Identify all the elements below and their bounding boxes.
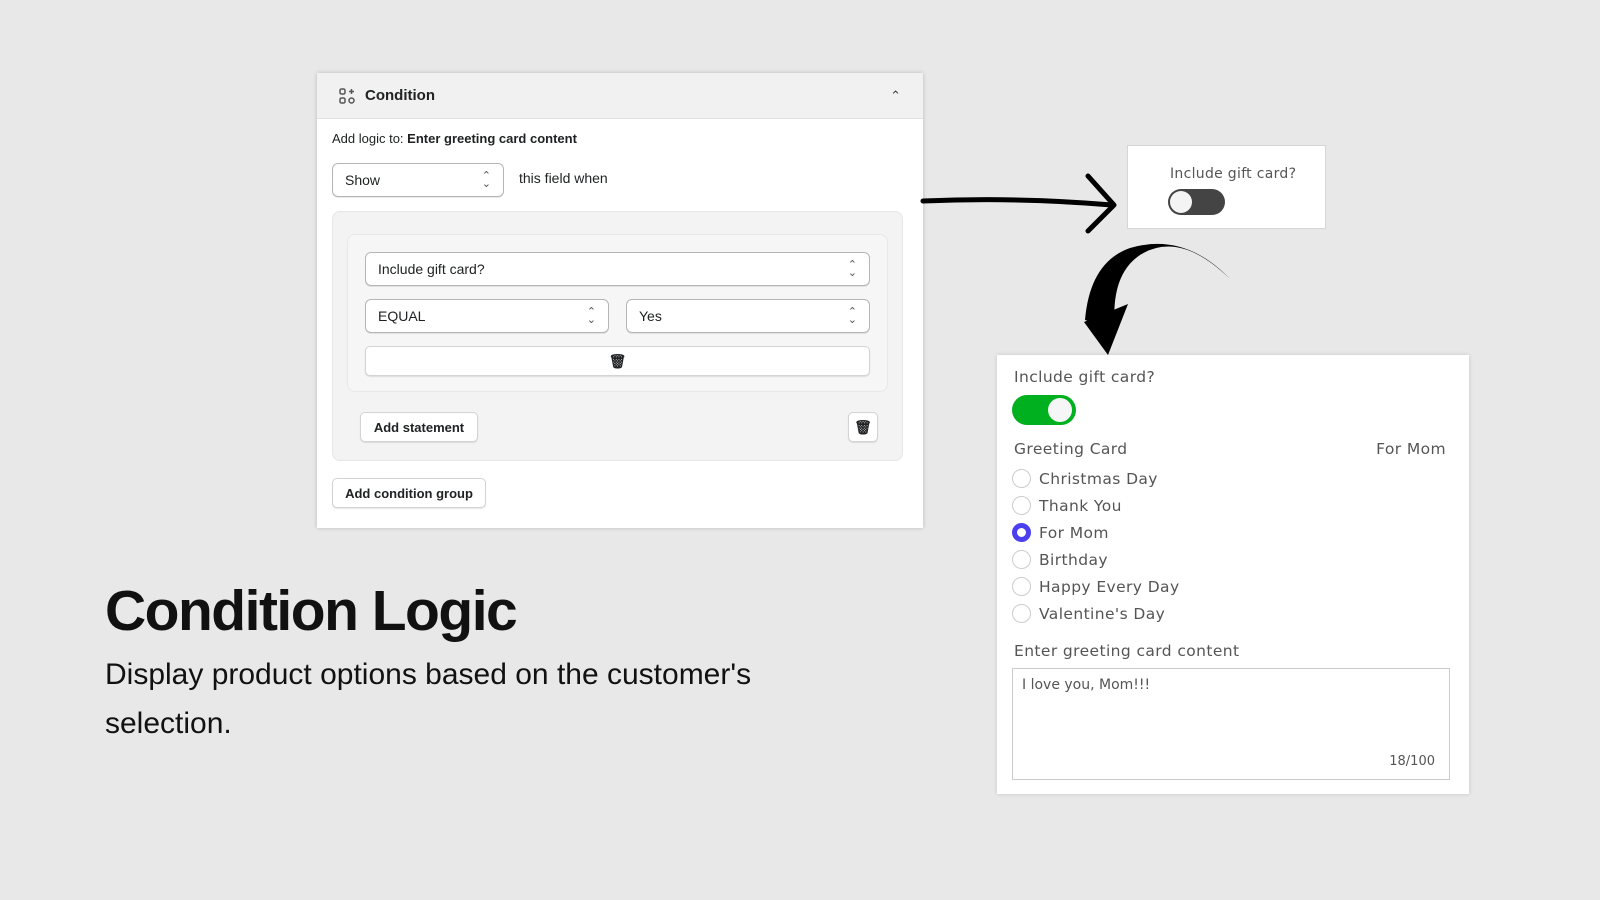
greeting-content-textarea[interactable]: I love you, Mom!!! 18/100 — [1012, 668, 1450, 780]
arrow-right-icon — [920, 197, 1115, 208]
greeting-options: Christmas Day Thank You For Mom Birthday Hap… — [1012, 465, 1180, 627]
option-label: Christmas Day — [1039, 469, 1158, 488]
gift-card-toggle[interactable] — [1168, 189, 1225, 215]
option-label: For Mom — [1039, 523, 1109, 542]
char-count: 18/100 — [1389, 754, 1435, 769]
radio-button[interactable] — [1012, 550, 1031, 569]
gift-card-toggle[interactable] — [1012, 395, 1076, 425]
greeting-label: Greeting Card — [1014, 440, 1128, 458]
radio-button[interactable] — [1012, 604, 1031, 623]
preview-toggle-off: Include gift card? — [1127, 145, 1326, 229]
radio-button[interactable] — [1012, 577, 1031, 596]
greeting-option[interactable]: Valentine's Day — [1012, 600, 1180, 627]
greeting-option[interactable]: Christmas Day — [1012, 465, 1180, 492]
option-label: Valentine's Day — [1039, 604, 1166, 623]
radio-button[interactable] — [1012, 523, 1031, 542]
option-label: Happy Every Day — [1039, 577, 1180, 596]
headline-subtitle: Display product options based on the cus… — [105, 658, 752, 740]
preview-toggle-on: Include gift card? Greeting Card For Mom… — [997, 355, 1469, 794]
radio-button[interactable] — [1012, 469, 1031, 488]
greeting-option[interactable]: Thank You — [1012, 492, 1180, 519]
greeting-option[interactable]: Happy Every Day — [1012, 573, 1180, 600]
option-label: Thank You — [1039, 496, 1122, 515]
radio-button[interactable] — [1012, 496, 1031, 515]
greeting-selected: For Mom — [1376, 440, 1446, 458]
headline-title: Condition Logic — [105, 579, 518, 643]
toggle-label: Include gift card? — [1170, 166, 1297, 182]
content-label: Enter greeting card content — [1014, 642, 1240, 660]
greeting-option[interactable]: For Mom — [1012, 519, 1180, 546]
content-value: I love you, Mom!!! — [1022, 677, 1151, 693]
toggle-label: Include gift card? — [1014, 368, 1156, 386]
greeting-option[interactable]: Birthday — [1012, 546, 1180, 573]
option-label: Birthday — [1039, 550, 1108, 569]
